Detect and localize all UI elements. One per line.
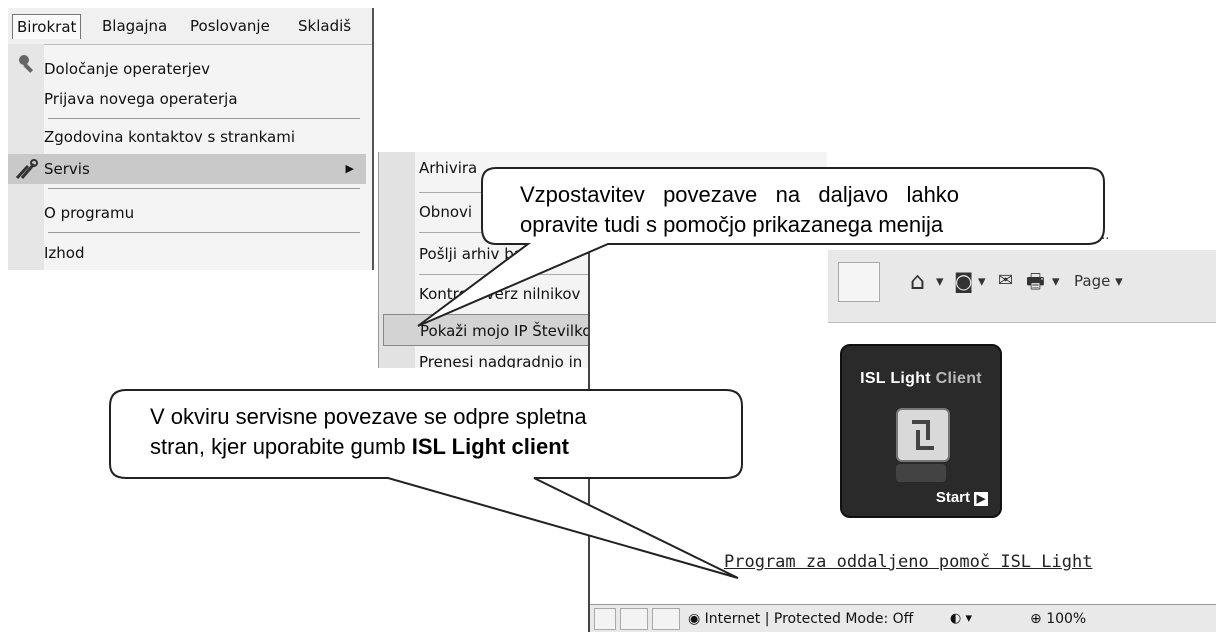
top-callout-line1: Vzpostavitev povezave na daljavo lahko xyxy=(520,182,960,207)
bottom-callout-line1: V okviru servisne povezave se odpre sple… xyxy=(150,404,587,429)
callout-shapes xyxy=(109,167,1105,579)
bottom-callout-line2-text: stran, kjer uporabite gumb xyxy=(150,434,412,459)
bottom-callout-bold: ISL Light client xyxy=(411,434,569,459)
bottom-callout-line2: stran, kjer uporabite gumb ISL Light cli… xyxy=(150,432,569,461)
top-callout-line2: opravite tudi s pomočjo prikazanega meni… xyxy=(520,212,944,237)
